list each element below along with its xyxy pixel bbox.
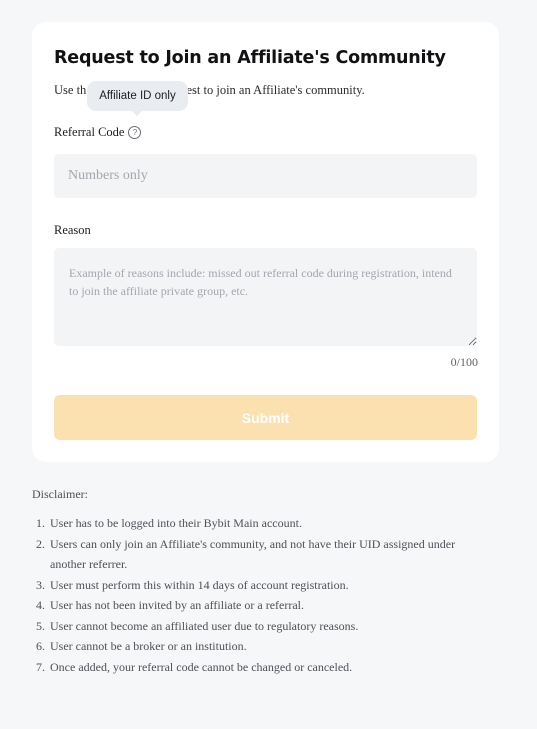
- request-form-card: Request to Join an Affiliate's Community…: [32, 22, 499, 462]
- submit-button[interactable]: Submit: [54, 395, 477, 440]
- disclaimer-item: 1. User has to be logged into their Bybit…: [36, 516, 302, 530]
- disclaimer-item: 3. User must perform this within 14 days …: [36, 577, 349, 592]
- disclaimer-title: Disclaimer:: [32, 487, 88, 501]
- form-title: Request to Join an Affiliate's Community: [54, 48, 446, 68]
- intro-text-start: Use th: [54, 83, 87, 97]
- disclaimer-item: 7. Once added, your referral code cannot …: [36, 659, 353, 674]
- question-circle-icon[interactable]: ?: [128, 126, 142, 139]
- disclaimer-item: 4. User has not been invited by an affili…: [36, 598, 305, 612]
- intro-text-end: request to join an Affiliate's community…: [164, 83, 365, 97]
- tooltip-arrow: [132, 111, 142, 116]
- referral-code-input[interactable]: [54, 154, 477, 198]
- disclaimer-item: 6. User cannot be a broker or an institut…: [36, 639, 247, 653]
- reason-label: Reason: [54, 223, 91, 237]
- referral-code-label: Referral Code ?: [54, 125, 142, 140]
- disclaimer-item: 2. Users can only join an Affiliate's com…: [36, 536, 456, 572]
- disclaimer-list: 1. User has to be logged into their Bybit…: [36, 513, 476, 677]
- referral-code-label-text: Referral Code: [54, 125, 125, 139]
- reason-textarea[interactable]: [54, 248, 477, 346]
- affiliate-id-tooltip: Affiliate ID only: [87, 81, 188, 116]
- tooltip-text: Affiliate ID only: [99, 90, 176, 102]
- character-counter: 0/100: [450, 355, 478, 369]
- disclaimer-item: 5. User cannot become an affiliated user …: [36, 618, 359, 633]
